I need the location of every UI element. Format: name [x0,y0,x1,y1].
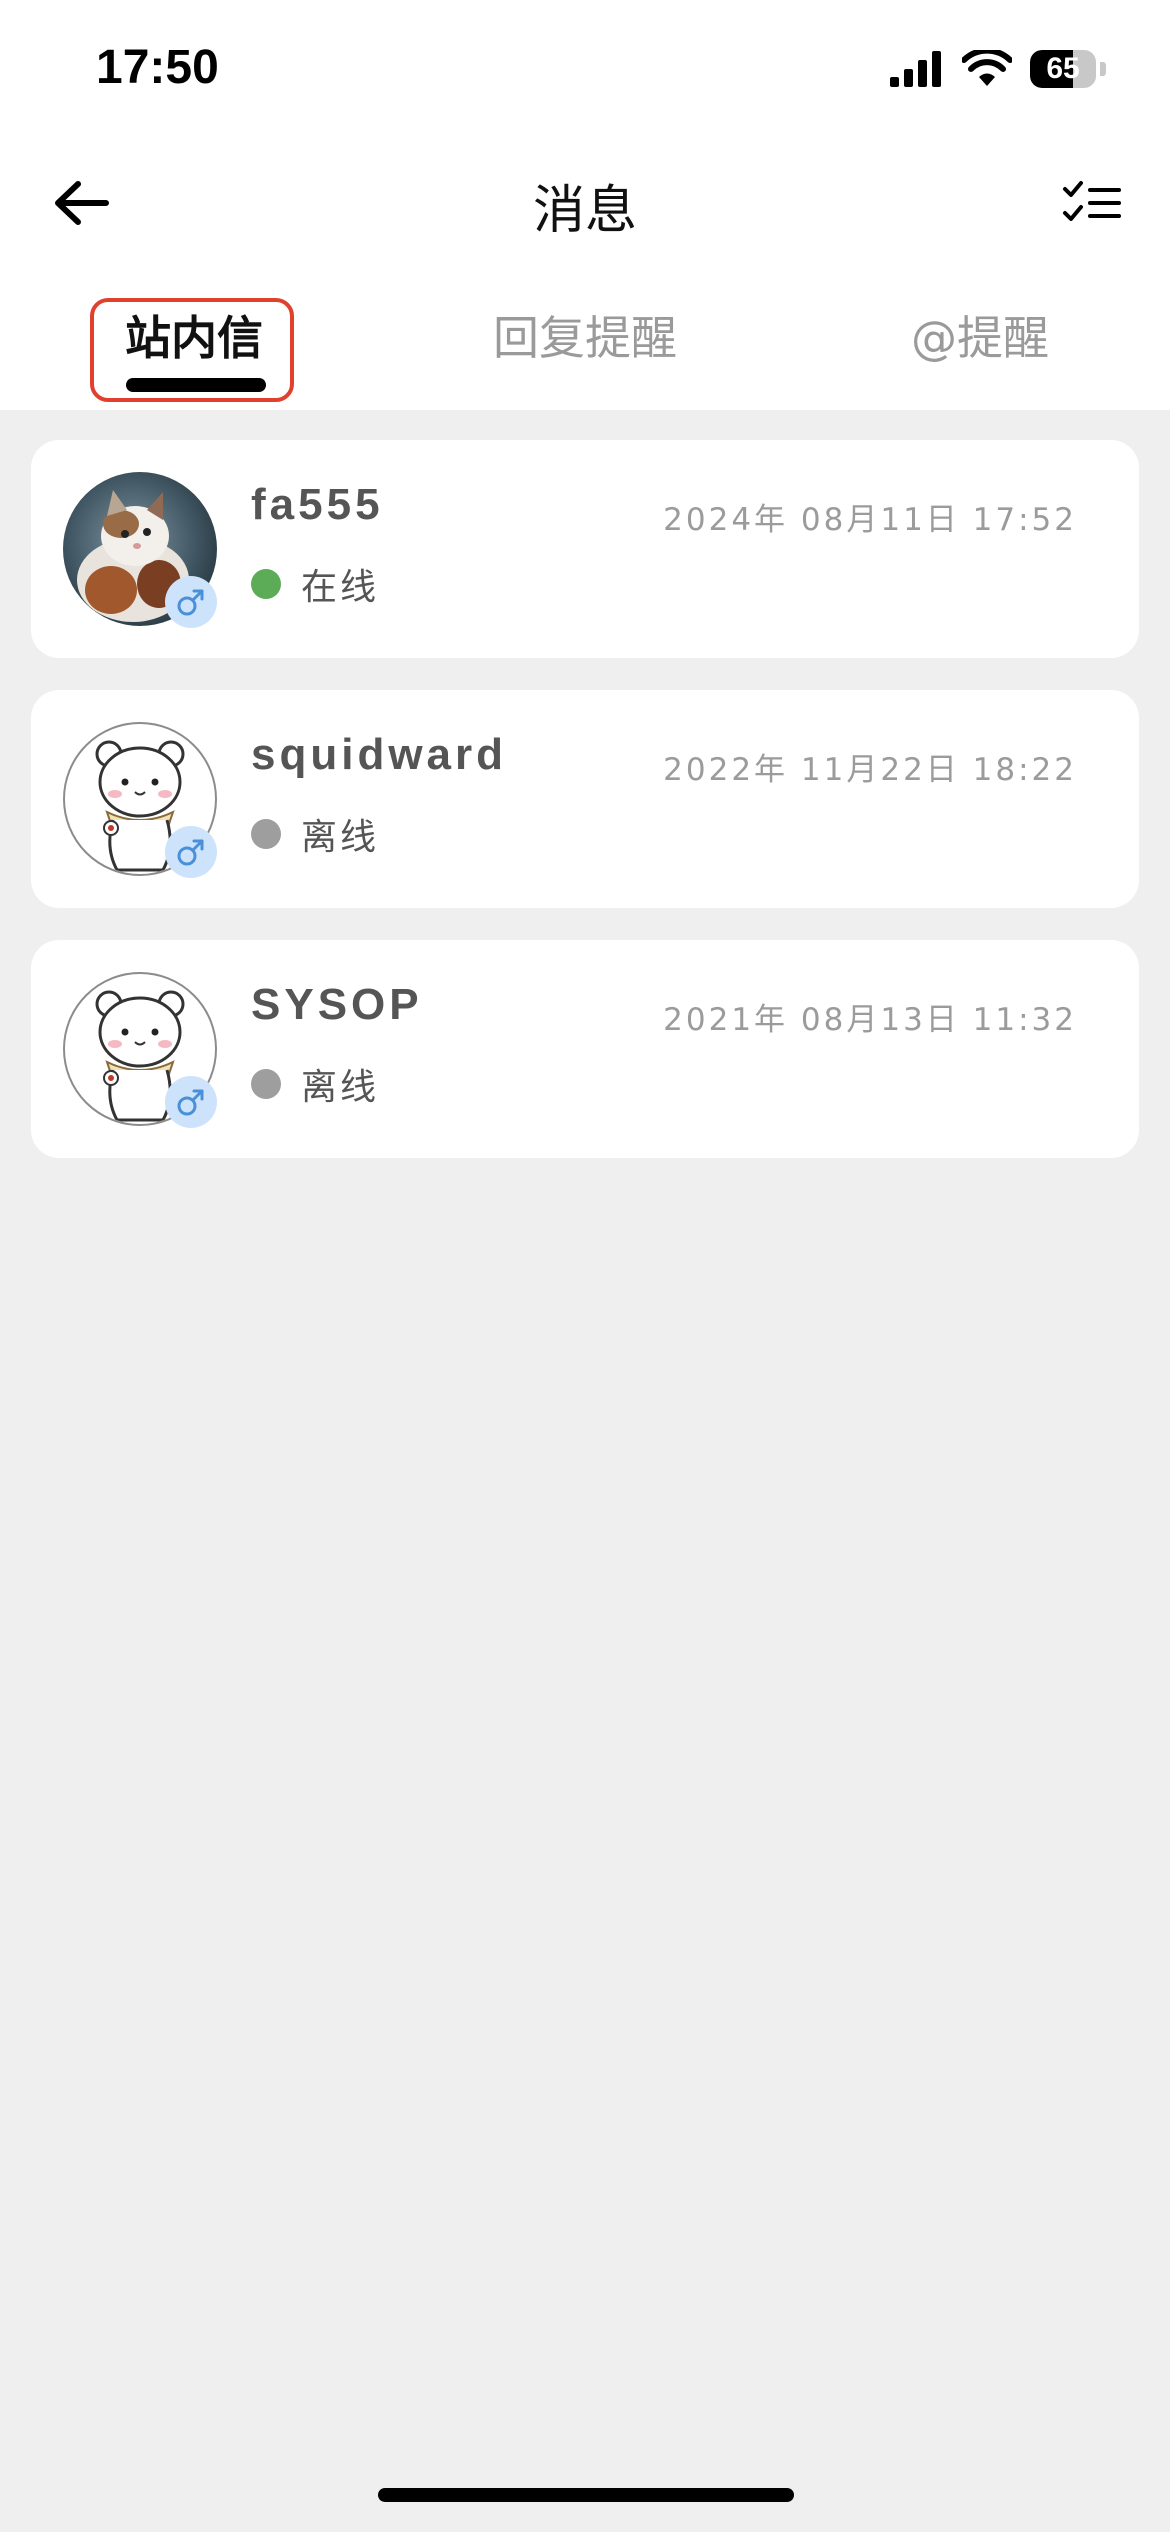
signal-icon [890,51,941,87]
status-text: 离线 [301,817,380,858]
tab-reply-reminders[interactable]: 回复提醒 [460,260,710,410]
username: squidward [251,730,508,779]
wifi-icon [962,50,1012,86]
timestamp: 2022年 11月22日 18:22 [663,752,1077,788]
online-status: 在线 [251,558,379,610]
timestamp: 2021年 08月13日 11:32 [663,1002,1077,1038]
male-icon [177,839,204,866]
online-status: 离线 [251,808,379,860]
battery-text: 65 [1046,52,1080,85]
username: SYSOP [251,980,423,1029]
home-indicator[interactable] [378,2488,794,2502]
male-icon [177,1089,204,1116]
status-dot [251,569,281,599]
timestamp: 2024年 08月11日 17:52 [663,502,1077,538]
status-text: 在线 [301,567,380,608]
username: fa555 [251,480,384,529]
status-dot [251,1069,281,1099]
battery-cap [1100,62,1106,76]
status-time: 17:50 [96,41,219,94]
status-text: 离线 [301,1067,380,1108]
battery-icon: 65 [1030,50,1096,88]
gender-badge [165,826,217,878]
checklist-icon[interactable] [1062,180,1122,226]
online-status: 离线 [251,1058,379,1110]
conversation-item[interactable]: fa555 2024年 08月11日 17:52 在线 [31,440,1139,658]
tab-mention-reminders[interactable]: @提醒 [875,260,1085,410]
status-dot [251,819,281,849]
status-bar: 17:50 65 [0,0,1170,150]
conversation-item[interactable]: squidward 2022年 11月22日 18:22 离线 [31,690,1139,908]
tab-active-underline [126,378,266,392]
gender-badge [165,1076,217,1128]
status-icons: 65 [890,50,1106,88]
conversation-list: fa555 2024年 08月11日 17:52 在线 squidward 20… [31,440,1139,1190]
male-icon [177,589,204,616]
conversation-item[interactable]: SYSOP 2021年 08月13日 11:32 离线 [31,940,1139,1158]
nav-bar: 消息 [0,150,1170,260]
gender-badge [165,576,217,628]
page-title: 消息 [532,181,637,241]
tab-bar: 站内信 回复提醒 @提醒 [0,260,1170,410]
